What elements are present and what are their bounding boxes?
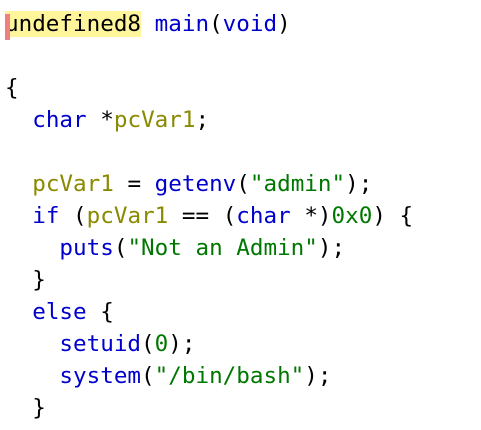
token-punc bbox=[5, 299, 32, 325]
token-punc: ( bbox=[141, 331, 155, 357]
text-cursor bbox=[5, 14, 10, 40]
token-punc bbox=[5, 363, 59, 389]
token-kw: char bbox=[236, 203, 291, 229]
code-line[interactable]: undefined8 main(void) bbox=[5, 8, 291, 40]
token-punc: ); bbox=[317, 235, 346, 261]
token-punc: } bbox=[32, 395, 46, 421]
decompiler-view: { "code": { "lines": [ [ {"t": "undefine… bbox=[0, 0, 481, 430]
token-num: 0x0 bbox=[331, 203, 373, 229]
token-punc: ; bbox=[195, 107, 210, 133]
return-type: undefined8 bbox=[5, 11, 142, 40]
token-punc: ) { bbox=[372, 203, 414, 229]
token-fn: puts bbox=[59, 235, 114, 261]
token-str: "/bin/bash" bbox=[154, 363, 305, 389]
token-punc: ); bbox=[304, 363, 332, 389]
token-kw: else bbox=[32, 299, 87, 325]
token-punc: == ( bbox=[168, 203, 237, 229]
token-num: 0 bbox=[154, 331, 169, 357]
token-punc: ( bbox=[141, 363, 155, 389]
token-fn: system bbox=[59, 363, 142, 389]
code-line[interactable]: } bbox=[5, 264, 46, 296]
token-str: "Not an Admin" bbox=[127, 235, 318, 261]
token-punc: } bbox=[32, 267, 46, 293]
code-line[interactable]: puts("Not an Admin"); bbox=[5, 232, 345, 264]
token-punc: { bbox=[86, 299, 114, 325]
token-punc bbox=[5, 107, 32, 133]
token-punc: ); bbox=[168, 331, 196, 357]
code-line[interactable]: pcVar1 = getenv("admin"); bbox=[5, 168, 372, 200]
code-line[interactable]: char *pcVar1; bbox=[5, 104, 209, 136]
token-punc bbox=[5, 395, 32, 421]
token-kw: char bbox=[32, 107, 87, 133]
token-punc: ); bbox=[345, 171, 373, 197]
token-punc: ) bbox=[277, 11, 291, 37]
code-line[interactable]: else { bbox=[5, 296, 114, 328]
token-kw: if bbox=[32, 203, 60, 229]
token-punc bbox=[5, 331, 59, 357]
token-kw: void bbox=[222, 11, 278, 37]
code-line[interactable]: if (pcVar1 == (char *)0x0) { bbox=[5, 200, 413, 232]
token-punc bbox=[5, 171, 32, 197]
function-name: main bbox=[154, 11, 210, 37]
token-punc bbox=[5, 235, 59, 261]
token-punc: ( bbox=[209, 11, 223, 37]
token-punc bbox=[5, 203, 32, 229]
token-punc: *) bbox=[290, 203, 332, 229]
code-line[interactable]: } bbox=[5, 392, 46, 424]
token-str: "admin" bbox=[249, 171, 346, 197]
token-var: pcVar1 bbox=[86, 203, 169, 229]
token-punc: * bbox=[86, 107, 114, 133]
token-punc: { bbox=[5, 75, 19, 101]
token-fn: setuid bbox=[59, 331, 142, 357]
code-line[interactable]: setuid(0); bbox=[5, 328, 195, 360]
token-var: pcVar1 bbox=[113, 107, 196, 133]
token-fn: getenv bbox=[154, 171, 237, 197]
code-line[interactable]: system("/bin/bash"); bbox=[5, 360, 332, 392]
token-var: pcVar1 bbox=[32, 171, 114, 197]
code-line[interactable]: { bbox=[5, 72, 19, 104]
token-punc bbox=[5, 267, 32, 293]
token-punc: ( bbox=[236, 171, 250, 197]
token-punc: ( bbox=[59, 203, 87, 229]
token-punc: ( bbox=[113, 235, 128, 261]
token-punc bbox=[141, 11, 155, 37]
token-punc: = bbox=[113, 171, 155, 197]
